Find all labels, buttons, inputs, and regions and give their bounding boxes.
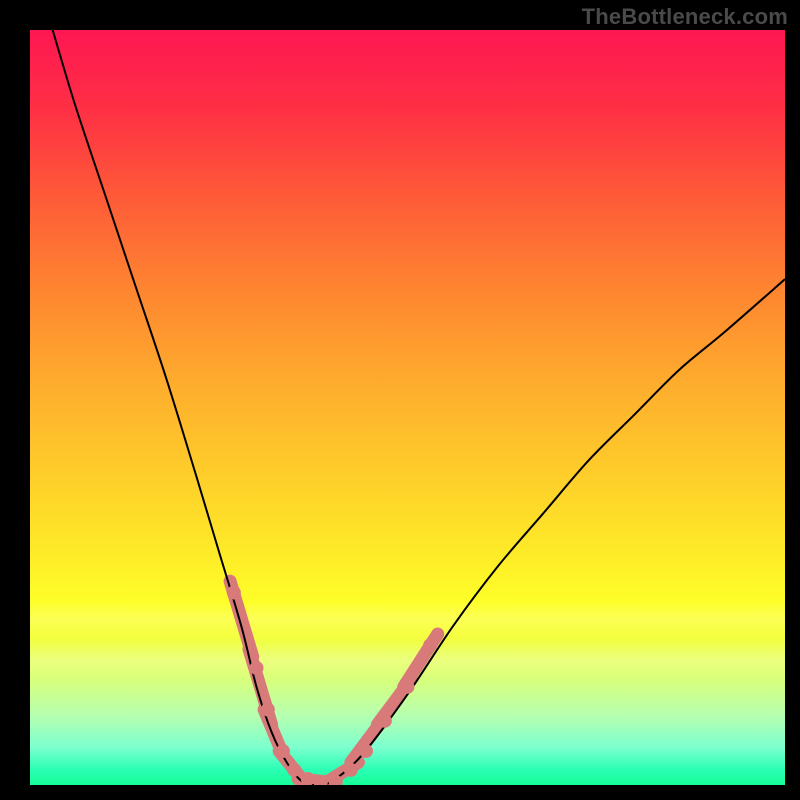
- highlight-marker: [276, 744, 290, 758]
- highlight-marker: [401, 680, 415, 694]
- plot-area: [30, 30, 785, 785]
- watermark-text: TheBottleneck.com: [582, 4, 788, 30]
- chart-container: TheBottleneck.com: [0, 0, 800, 800]
- highlight-marker: [261, 703, 275, 717]
- highlight-marker: [359, 744, 373, 758]
- highlight-marker: [287, 763, 301, 777]
- highlight-marker: [378, 714, 392, 728]
- highlight-marker: [423, 638, 437, 652]
- highlight-marker: [227, 585, 241, 599]
- highlight-marker: [344, 763, 358, 777]
- curve-svg: [30, 30, 785, 785]
- highlight-marker: [250, 661, 264, 675]
